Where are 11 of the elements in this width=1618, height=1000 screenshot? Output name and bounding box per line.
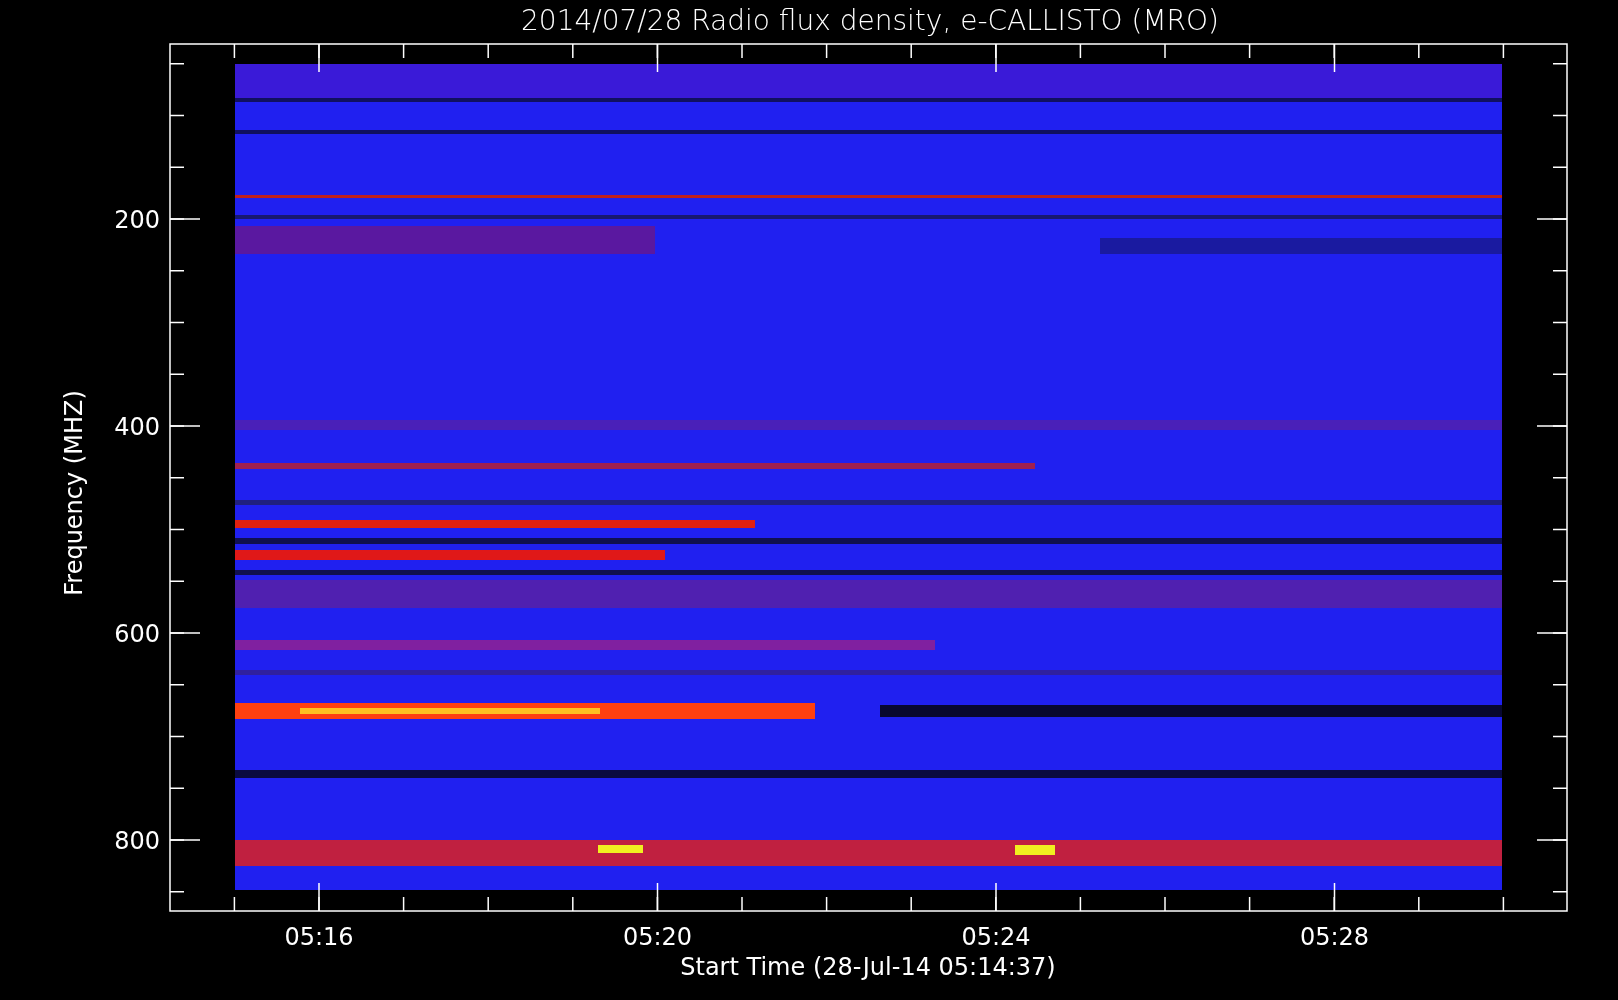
x-tick-label: 05:16 xyxy=(284,923,354,951)
x-tick-label: 05:20 xyxy=(622,923,693,951)
x-axis-label: Start Time (28-Jul-14 05:14:37) xyxy=(680,953,1056,981)
x-tick-label: 05:24 xyxy=(961,923,1031,951)
x-tick-label: 05:28 xyxy=(1299,923,1370,951)
chart-title: 2014/07/28 Radio flux density, e-CALLISTO (MRO) xyxy=(521,4,1219,37)
y-tick-label: 600 xyxy=(114,620,160,648)
y-tick-label: 400 xyxy=(114,413,160,441)
y-axis-label: Frequency (MHZ) xyxy=(60,390,88,596)
y-tick-label: 800 xyxy=(114,827,160,855)
y-tick-label: 200 xyxy=(114,206,160,234)
